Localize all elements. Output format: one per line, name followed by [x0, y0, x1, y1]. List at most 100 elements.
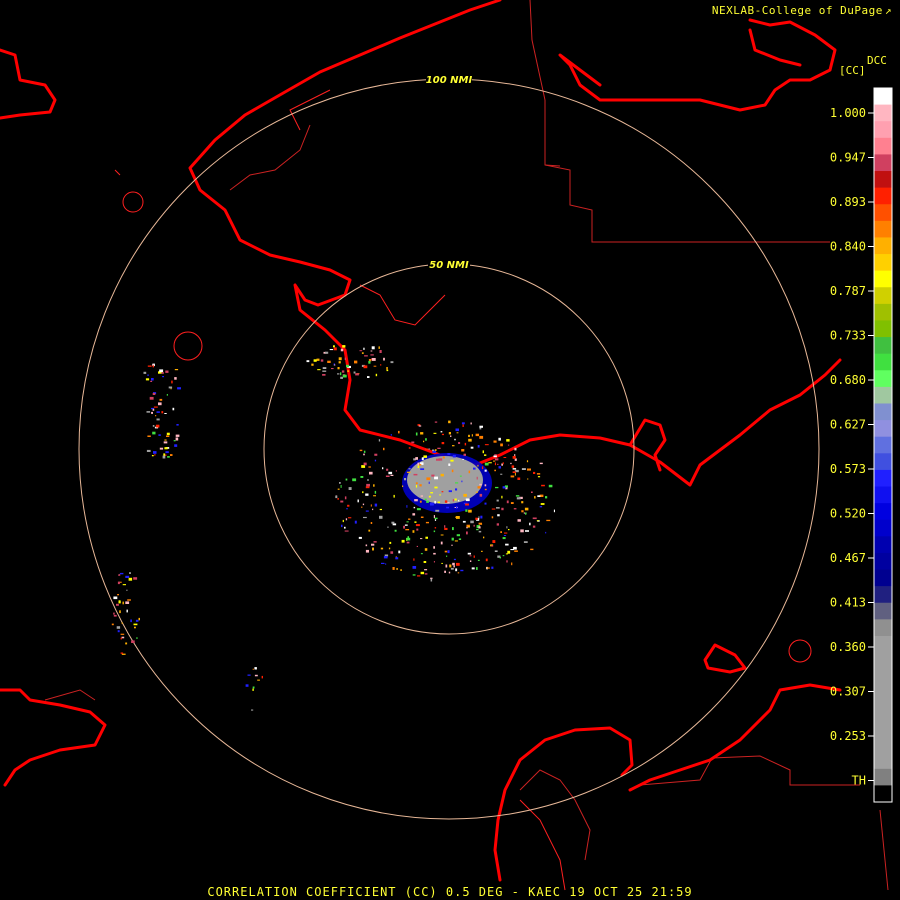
echo-pixel: [465, 509, 468, 512]
echo-pixel: [365, 510, 369, 512]
echo-pixel: [493, 440, 497, 443]
echo-pixel: [473, 524, 475, 527]
echo-pixel: [425, 536, 428, 539]
echo-pixel: [116, 603, 119, 606]
legend-swatch: [874, 320, 892, 338]
echo-pixel: [392, 567, 395, 570]
echo-pixel: [512, 468, 517, 470]
legend-swatch: [874, 569, 892, 587]
echo-pixel: [525, 512, 527, 515]
echo-pixel: [118, 601, 121, 604]
echo-pixel: [113, 596, 118, 600]
echo-pixel: [460, 569, 464, 572]
echo-pixel: [125, 575, 130, 578]
legend-swatch: [874, 536, 892, 554]
echo-pixel: [412, 574, 416, 576]
echo-pixel: [408, 518, 411, 520]
echo-pixel: [345, 518, 348, 521]
echo-pixel: [359, 350, 363, 352]
echo-pixel: [147, 374, 149, 376]
echo-pixel: [168, 386, 173, 389]
echo-pixel: [357, 499, 359, 503]
echo-pixel: [461, 480, 463, 483]
echo-pixel: [476, 476, 478, 480]
echo-pixel: [406, 471, 411, 473]
legend-tick-label: 0.467: [830, 551, 866, 565]
echo-pixel: [337, 488, 340, 490]
legend-swatch: [874, 303, 892, 321]
echo-pixel: [402, 485, 404, 487]
echo-pixel: [434, 476, 438, 480]
echo-pixel: [341, 370, 345, 373]
legend-swatch: [874, 370, 892, 388]
echo-pixel: [333, 347, 337, 351]
echo-pixel: [374, 453, 378, 456]
echo-pixel: [434, 421, 438, 423]
echo-pixel: [494, 458, 499, 461]
echo-pixel: [456, 562, 460, 566]
echo-pixel: [502, 537, 506, 540]
echo-pixel: [174, 369, 179, 371]
echo-pixel: [497, 463, 499, 465]
echo-pixel: [342, 374, 347, 378]
echo-pixel: [461, 449, 465, 452]
echo-pixel: [444, 525, 446, 528]
echo-pixel: [396, 568, 398, 570]
echo-pixel: [340, 376, 343, 379]
echo-pixel: [386, 468, 389, 471]
echo-pixel: [548, 484, 553, 488]
echo-pixel: [496, 499, 499, 502]
echo-pixel: [504, 532, 508, 534]
echo-pixel: [539, 506, 543, 508]
echo-pixel: [441, 491, 444, 493]
echo-pixel: [347, 504, 350, 507]
echo-pixel: [468, 509, 472, 513]
echo-pixel: [406, 505, 408, 508]
legend-swatch: [874, 270, 892, 288]
echo-pixel: [464, 442, 467, 446]
echo-pixel: [423, 455, 427, 458]
echo-pixel: [136, 637, 138, 639]
echo-pixel: [341, 524, 343, 528]
echo-pixel: [164, 447, 168, 450]
echo-pixel: [134, 626, 136, 629]
echo-pixel: [174, 377, 177, 380]
echo-pixel: [388, 471, 393, 475]
echo-pixel: [506, 560, 508, 563]
echo-pixel: [176, 424, 179, 426]
echo-pixel: [441, 562, 443, 564]
echo-pixel: [370, 504, 372, 507]
echo-pixel: [511, 465, 515, 468]
echo-pixel: [344, 526, 346, 529]
echo-pixel: [375, 373, 378, 377]
echo-pixel: [161, 411, 164, 414]
echo-pixel: [505, 553, 508, 555]
echo-pixel: [514, 447, 517, 451]
echo-pixel: [448, 463, 451, 466]
echo-pixel: [500, 443, 503, 447]
echo-pixel: [517, 477, 521, 480]
external-link-icon[interactable]: ↗: [885, 4, 892, 17]
echo-pixel: [452, 445, 455, 447]
echo-pixel: [395, 470, 397, 472]
echo-pixel: [327, 360, 331, 363]
echo-pixel: [426, 477, 431, 481]
echo-pixel: [484, 444, 489, 446]
echo-pixel: [368, 529, 371, 532]
echo-pixel: [484, 462, 489, 466]
echo-pixel: [254, 674, 258, 677]
legend-title: DCC: [867, 54, 887, 67]
legend-tick-label: 0.520: [830, 507, 866, 521]
echo-pixel: [502, 462, 504, 465]
echo-pixel: [367, 479, 369, 481]
echo-pixel: [363, 453, 365, 456]
echo-pixel: [325, 351, 329, 354]
legend-swatch: [874, 735, 892, 753]
echo-pixel: [365, 549, 369, 553]
echo-pixel: [391, 521, 395, 524]
echo-pixel: [465, 503, 469, 506]
echo-pixel: [374, 503, 378, 507]
echo-pixel: [521, 501, 524, 504]
echo-pixel: [500, 473, 503, 475]
legend-swatch: [874, 702, 892, 720]
